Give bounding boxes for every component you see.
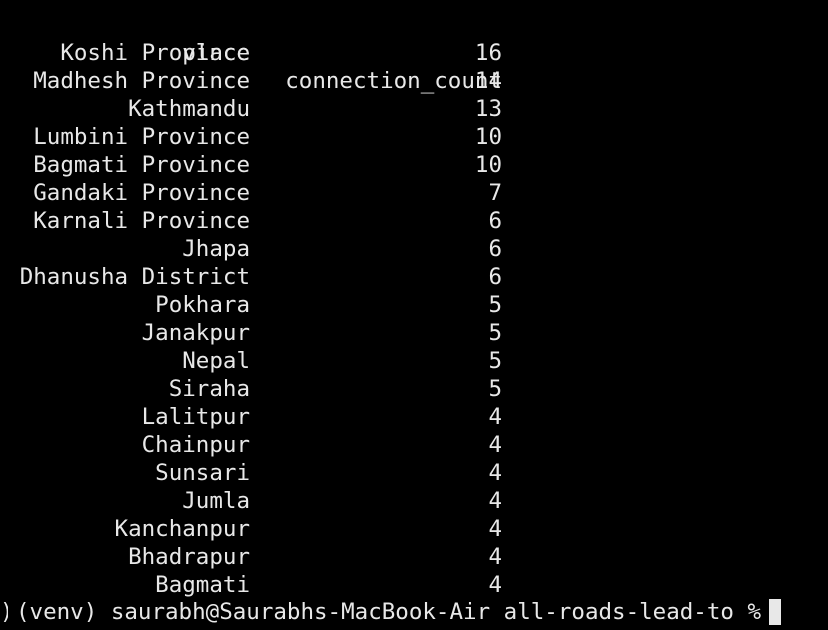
cell-place: Chainpur: [141, 432, 250, 458]
cell-connection-count: 4: [488, 404, 502, 430]
shell-prompt[interactable]: ) (venv) saurabh@Saurabhs-MacBook-Air al…: [0, 598, 782, 626]
table-row: Dhanusha District 6: [0, 263, 828, 291]
cell-place: Kanchanpur: [114, 516, 250, 542]
cell-connection-count: 6: [488, 264, 502, 290]
cell-connection-count: 6: [488, 236, 502, 262]
cell-connection-count: 16: [474, 40, 502, 66]
cell-connection-count: 4: [488, 432, 502, 458]
table-row: Janakpur 5: [0, 319, 828, 347]
cell-place: Bagmati Province: [33, 152, 250, 178]
cell-place: Gandaki Province: [33, 180, 250, 206]
table-row: Bhadrapur 4: [0, 543, 828, 571]
cell-place: Dhanusha District: [19, 264, 250, 290]
cell-connection-count: 10: [474, 124, 502, 150]
cell-connection-count: 5: [488, 292, 502, 318]
table-row: Bagmati Province 10: [0, 151, 828, 179]
cell-connection-count: 5: [488, 376, 502, 402]
cell-connection-count: 4: [488, 460, 502, 486]
prompt-marker: ): [0, 598, 8, 626]
cell-place: Bagmati: [155, 572, 250, 598]
table-row: Madhesh Province 14: [0, 67, 828, 95]
table-row: Pokhara 5: [0, 291, 828, 319]
table-row: Lalitpur 4: [0, 403, 828, 431]
cell-place: Lumbini Province: [33, 124, 250, 150]
cell-place: Bhadrapur: [128, 544, 250, 570]
cursor-block: [769, 599, 782, 625]
cell-place: Pokhara: [155, 292, 250, 318]
cell-place: Jhapa: [182, 236, 250, 262]
table-row: Kathmandu 13: [0, 95, 828, 123]
cell-place: Siraha: [168, 376, 250, 402]
cell-connection-count: 4: [488, 572, 502, 598]
table-row: Jumla 4: [0, 487, 828, 515]
cell-connection-count: 4: [488, 516, 502, 542]
table-row: Siraha 5: [0, 375, 828, 403]
cell-place: Sunsari: [155, 460, 250, 486]
cell-connection-count: 5: [488, 320, 502, 346]
cell-place: Jumla: [182, 488, 250, 514]
cell-connection-count: 5: [488, 348, 502, 374]
table-row: Chainpur 4: [0, 431, 828, 459]
cell-connection-count: 4: [488, 488, 502, 514]
cell-connection-count: 4: [488, 544, 502, 570]
cell-connection-count: 14: [474, 68, 502, 94]
table-row: Gandaki Province 7: [0, 179, 828, 207]
terminal-window[interactable]: place connection_count Koshi Province 16 M…: [0, 0, 828, 630]
cell-place: Koshi Province: [60, 40, 250, 66]
cell-place: Nepal: [182, 348, 250, 374]
table-header: place connection_count: [0, 11, 828, 94]
cell-connection-count: 10: [474, 152, 502, 178]
table-row: Karnali Province 6: [0, 207, 828, 235]
cell-connection-count: 13: [474, 96, 502, 122]
cell-place: Lalitpur: [141, 404, 250, 430]
table-row: Lumbini Province 10: [0, 123, 828, 151]
table-row: Jhapa 6: [0, 235, 828, 263]
table-row: Kanchanpur 4: [0, 515, 828, 543]
table-row: Koshi Province 16: [0, 39, 828, 67]
table-row: Bagmati 4: [0, 571, 828, 599]
cell-connection-count: 6: [488, 208, 502, 234]
cell-connection-count: 7: [488, 180, 502, 206]
cell-place: Karnali Province: [33, 208, 250, 234]
cell-place: Kathmandu: [128, 96, 250, 122]
table-row: Sunsari 4: [0, 459, 828, 487]
prompt-text: (venv) saurabh@Saurabhs-MacBook-Air all-…: [16, 599, 762, 625]
cell-place: Janakpur: [141, 320, 250, 346]
cell-place: Madhesh Province: [33, 68, 250, 94]
table-row: Nepal 5: [0, 347, 828, 375]
